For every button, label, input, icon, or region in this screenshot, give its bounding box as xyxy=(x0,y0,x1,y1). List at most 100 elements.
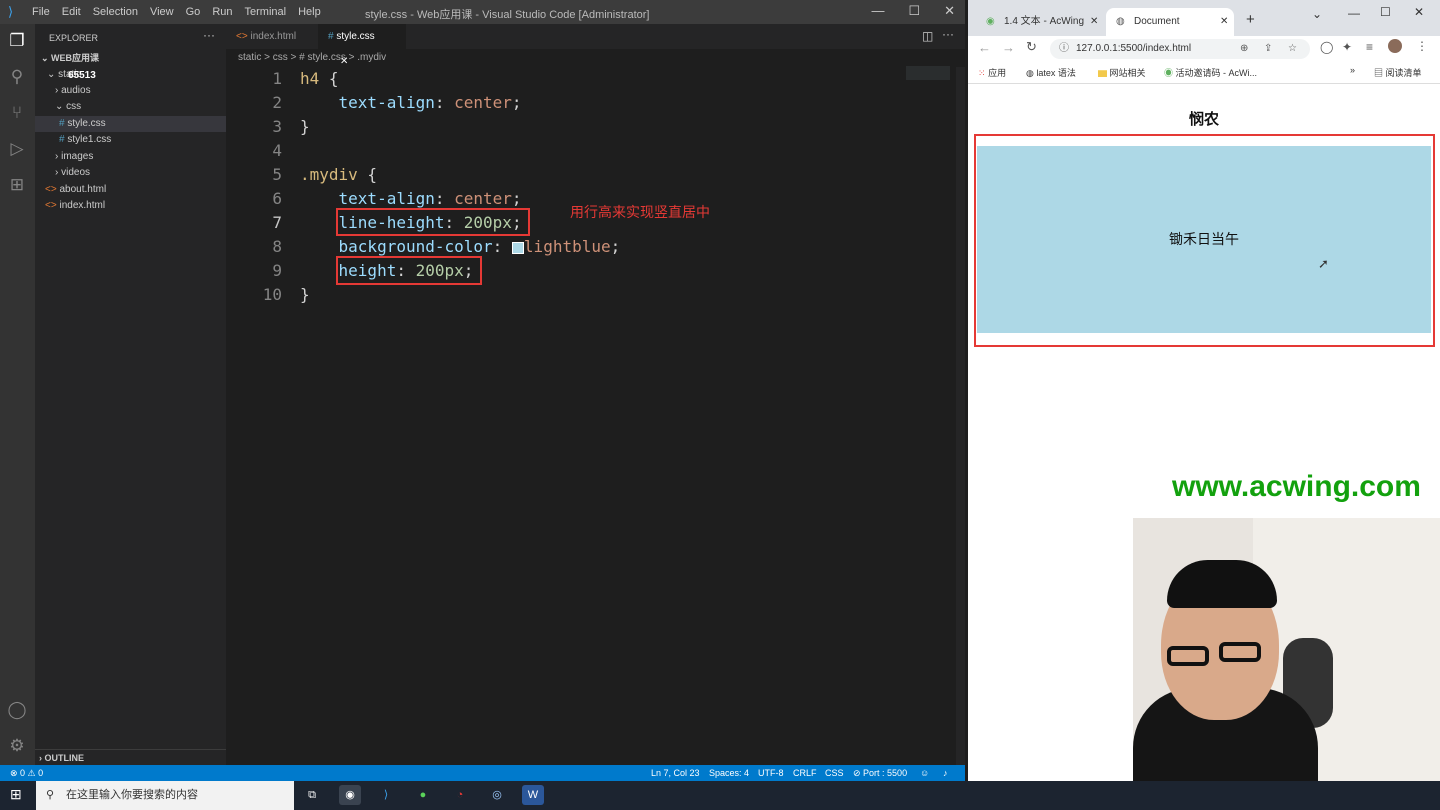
folder-icon: ▆ xyxy=(1098,68,1108,78)
code-editor[interactable]: 1 2 3 4 5 6 7 8 9 10 h4 { text-align: ce… xyxy=(226,67,956,765)
minimize-icon[interactable]: — xyxy=(1348,6,1360,20)
cursor-position[interactable]: Ln 7, Col 23 xyxy=(651,765,700,781)
split-editor-icon[interactable]: ◫ xyxy=(922,29,933,43)
breadcrumb[interactable]: static > css > # style.css > .mydiv xyxy=(226,49,965,67)
bookmark-label: 应用 xyxy=(988,68,1007,78)
close-tab-icon[interactable]: ✕ xyxy=(1220,8,1228,36)
feedback-icon[interactable]: ☺ xyxy=(920,765,929,781)
tree-item-images[interactable]: › images xyxy=(35,149,226,165)
line-number: 5 xyxy=(272,165,282,184)
word-app-icon[interactable]: W xyxy=(522,785,544,805)
minimize-icon[interactable]: — xyxy=(871,3,884,19)
property: text-align xyxy=(338,189,435,208)
run-debug-icon[interactable]: ▷ xyxy=(6,138,28,160)
close-icon[interactable]: ✕ xyxy=(1414,5,1424,19)
extensions-icon[interactable]: ✦ xyxy=(1342,40,1352,54)
browser-tab-document[interactable]: ◍ Document ✕ xyxy=(1106,8,1234,36)
minimap[interactable] xyxy=(906,66,950,80)
apps-grid-icon: ⁙ xyxy=(978,68,986,78)
vscode-app-icon[interactable]: ⟩ xyxy=(375,785,397,805)
wechat-app-icon[interactable]: ● xyxy=(412,785,434,805)
gear-icon[interactable]: ⚙ xyxy=(6,735,28,757)
tree-item-audios[interactable]: › audios xyxy=(35,83,226,99)
menu-go[interactable]: Go xyxy=(186,6,201,18)
vscode-logo-icon: ⟩ xyxy=(8,4,14,19)
tree-item-index-html[interactable]: <> index.html xyxy=(35,198,226,214)
maximize-icon[interactable]: ☐ xyxy=(908,3,920,19)
encoding-status[interactable]: UTF-8 xyxy=(758,765,784,781)
chat-app-icon[interactable]: ◎ xyxy=(486,785,508,805)
account-icon[interactable]: ◯ xyxy=(6,699,28,721)
bookmark-apps[interactable]: ⁙ 应用 xyxy=(978,66,1006,79)
browser-tab-acwing[interactable]: ◉ 1.4 文本 - AcWing ✕ xyxy=(976,8,1102,36)
tree-item-css[interactable]: ⌄ css xyxy=(35,99,226,115)
line-number: 8 xyxy=(272,237,282,256)
editor-scrollbar[interactable] xyxy=(956,67,965,765)
language-status[interactable]: CSS xyxy=(825,765,844,781)
maximize-icon[interactable]: ☐ xyxy=(1380,5,1391,19)
menu-file[interactable]: File xyxy=(32,6,50,18)
share-icon[interactable]: ⇪ xyxy=(1264,39,1272,59)
tree-item-static[interactable]: ⌄ static xyxy=(35,67,226,83)
project-root[interactable]: ⌄ WEB应用课 xyxy=(35,50,226,66)
line-number: 2 xyxy=(272,93,282,112)
bookmark-invite[interactable]: ◉ 活动邀请码 - AcWi... xyxy=(1164,66,1257,79)
extensions-icon[interactable]: ⊞ xyxy=(6,174,28,196)
forward-icon[interactable]: → xyxy=(1002,40,1015,55)
explorer-sidebar: EXPLORER ··· ⌄ WEB应用课 ⌄ static 65513 › a… xyxy=(35,24,226,765)
bookmark-latex[interactable]: ◍ latex 语法 xyxy=(1026,66,1076,79)
chrome-app-icon[interactable]: ◉ xyxy=(339,785,361,805)
more-icon[interactable]: ··· xyxy=(203,28,215,42)
search-icon[interactable]: ⚲ xyxy=(6,66,28,88)
live-server-port[interactable]: ⊘ Port : 5500 xyxy=(853,765,907,781)
menu-run[interactable]: Run xyxy=(212,6,232,18)
recorder-app-icon[interactable]: ◔ xyxy=(449,785,471,805)
activity-bar: ❐ ⚲ ⑂ ▷ ⊞ ◯ ⚙ xyxy=(0,24,35,765)
info-icon[interactable]: ⓘ xyxy=(1059,39,1069,59)
reload-icon[interactable]: ↻ xyxy=(1026,39,1037,55)
back-icon[interactable]: ← xyxy=(978,40,991,55)
cast-icon[interactable]: ◯ xyxy=(1320,40,1333,54)
avatar[interactable] xyxy=(1388,39,1402,53)
tree-item-style1-css[interactable]: # style1.css xyxy=(35,132,226,148)
highlight-box xyxy=(336,208,530,236)
address-bar[interactable]: ⓘ 127.0.0.1:5500/index.html ⊕ ⇪ ☆ xyxy=(1050,39,1310,59)
line-number: 3 xyxy=(272,117,282,136)
reading-list-icon[interactable]: ≡ xyxy=(1366,40,1373,54)
menu-terminal[interactable]: Terminal xyxy=(245,6,287,18)
indent-status[interactable]: Spaces: 4 xyxy=(709,765,749,781)
eol-status[interactable]: CRLF xyxy=(793,765,817,781)
problems-status[interactable]: ⊗ 0 ⚠ 0 xyxy=(10,765,43,781)
menu-icon[interactable]: ⋮ xyxy=(1416,39,1428,53)
bookmark-sites[interactable]: ▆ 网站相关 xyxy=(1098,66,1146,79)
status-bar: ⊗ 0 ⚠ 0 Ln 7, Col 23 Spaces: 4 UTF-8 CRL… xyxy=(0,765,965,781)
menu-help[interactable]: Help xyxy=(298,6,321,18)
source-control-icon[interactable]: ⑂ xyxy=(6,102,28,124)
tab-index-html[interactable]: <> index.html xyxy=(226,24,316,49)
line-number: 10 xyxy=(262,285,282,304)
outline-section[interactable]: › OUTLINE xyxy=(35,749,226,765)
menu-edit[interactable]: Edit xyxy=(62,6,81,18)
close-tab-icon[interactable]: ✕ xyxy=(1090,8,1098,36)
tree-item-about-html[interactable]: <> about.html xyxy=(35,182,226,198)
reading-list-button[interactable]: ▤ 阅读清单 xyxy=(1374,66,1422,79)
new-tab-icon[interactable]: + xyxy=(1246,11,1255,28)
tab-search-icon[interactable]: ⌄ xyxy=(1312,7,1322,21)
tree-item-videos[interactable]: › videos xyxy=(35,165,226,181)
files-icon[interactable]: ❐ xyxy=(6,30,28,52)
menu-selection[interactable]: Selection xyxy=(93,6,138,18)
tree-item-style-css[interactable]: # style.css xyxy=(35,116,226,132)
task-view-icon[interactable]: ⧉ xyxy=(301,785,323,805)
windows-start-icon[interactable]: ⊞ xyxy=(10,786,22,803)
color-swatch[interactable] xyxy=(511,241,524,254)
zoom-icon[interactable]: ⊕ xyxy=(1240,39,1248,59)
property: background-color xyxy=(338,237,493,256)
star-icon[interactable]: ☆ xyxy=(1288,39,1297,59)
close-icon[interactable]: ✕ xyxy=(944,3,955,19)
taskbar-search[interactable]: ⚲ 在这里输入你要搜索的内容 xyxy=(36,781,294,810)
more-actions-icon[interactable]: ··· xyxy=(942,27,954,41)
bell-icon[interactable]: ♪ xyxy=(943,765,948,781)
menu-view[interactable]: View xyxy=(150,6,174,18)
tab-style-css[interactable]: # style.css ✕ xyxy=(318,24,406,67)
more-bookmarks-icon[interactable]: » xyxy=(1350,65,1355,75)
